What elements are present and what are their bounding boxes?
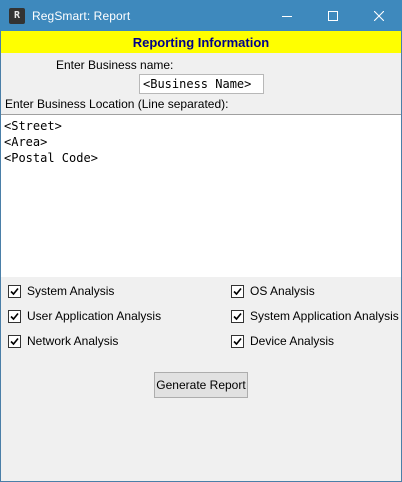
checkbox-box xyxy=(8,309,21,323)
checkbox-system-analysis[interactable]: System Analysis xyxy=(8,284,114,298)
checkbox-label: System Application Analysis xyxy=(250,309,399,323)
checkbox-box xyxy=(231,334,244,348)
checkbox-box xyxy=(231,284,244,298)
checkmark-icon xyxy=(10,312,19,320)
app-icon: R xyxy=(9,7,25,24)
report-window: R RegSmart: Report Reporting Information… xyxy=(0,0,402,482)
checkbox-box xyxy=(8,284,21,298)
checkbox-box xyxy=(8,334,21,348)
checkmark-icon xyxy=(233,287,242,295)
minimize-button[interactable] xyxy=(264,0,310,31)
checkbox-label: Device Analysis xyxy=(250,334,335,348)
checkbox-box xyxy=(231,309,244,323)
business-name-input[interactable]: <Business Name> xyxy=(139,74,264,94)
checkbox-label: OS Analysis xyxy=(250,284,315,298)
checkmark-icon xyxy=(10,287,19,295)
maximize-icon xyxy=(328,10,338,21)
checkbox-os-analysis[interactable]: OS Analysis xyxy=(231,284,315,298)
checkbox-label: Network Analysis xyxy=(27,334,119,348)
close-icon xyxy=(374,10,384,21)
close-button[interactable] xyxy=(356,0,402,31)
checkbox-user-application-analysis[interactable]: User Application Analysis xyxy=(8,309,161,323)
checkmark-icon xyxy=(233,312,242,320)
checkbox-device-analysis[interactable]: Device Analysis xyxy=(231,334,334,348)
minimize-icon xyxy=(282,15,292,17)
checkmark-icon xyxy=(10,337,19,345)
business-location-label: Enter Business Location (Line separated)… xyxy=(5,97,229,111)
window-title: RegSmart: Report xyxy=(32,8,131,23)
maximize-button[interactable] xyxy=(310,0,356,31)
checkbox-label: User Application Analysis xyxy=(27,309,162,323)
business-name-label: Enter Business name: xyxy=(56,58,174,72)
checkbox-system-application-analysis[interactable]: System Application Analysis xyxy=(231,309,399,323)
checkbox-label: System Analysis xyxy=(27,284,115,298)
generate-report-button[interactable]: Generate Report xyxy=(154,372,248,398)
business-location-textarea[interactable]: <Street> <Area> <Postal Code> xyxy=(1,114,401,277)
checkmark-icon xyxy=(233,337,242,345)
checkbox-network-analysis[interactable]: Network Analysis xyxy=(8,334,118,348)
title-bar[interactable]: R RegSmart: Report xyxy=(0,0,402,31)
reporting-banner: Reporting Information xyxy=(1,31,401,53)
